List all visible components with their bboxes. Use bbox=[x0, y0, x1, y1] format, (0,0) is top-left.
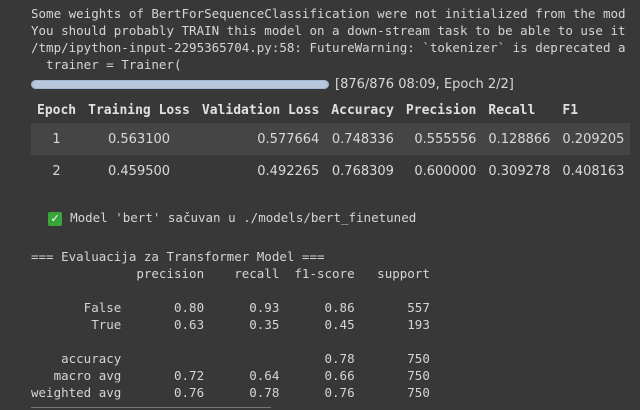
save-message-text: Model 'bert' sačuvan u ./models/bert_fin… bbox=[70, 210, 417, 225]
report-row-accuracy: accuracy 0.78 750 bbox=[31, 351, 430, 366]
cell-epoch: 1 bbox=[31, 123, 83, 155]
cell-f1: 0.209205 bbox=[556, 123, 631, 155]
cell-recall: 0.128866 bbox=[482, 123, 557, 155]
col-training-loss: Training Loss bbox=[88, 102, 190, 118]
cell-epoch: 2 bbox=[52, 163, 61, 179]
training-progress: [876/876 08:09, Epoch 2/2] bbox=[31, 76, 514, 93]
col-validation-loss: Validation Loss bbox=[201, 102, 320, 118]
check-icon: ✓ bbox=[48, 211, 63, 226]
cell-precision: 0.600000 bbox=[414, 163, 477, 179]
col-recall: Recall bbox=[488, 102, 536, 118]
progress-bar bbox=[31, 80, 329, 89]
report-row-false: False 0.80 0.93 0.86 557 bbox=[31, 300, 430, 315]
cell-accuracy: 0.748336 bbox=[325, 123, 400, 155]
col-epoch: Epoch bbox=[37, 102, 77, 118]
divider bbox=[31, 407, 271, 408]
table-row: 1 0.563100 0.577664 0.748336 0.555556 0.… bbox=[31, 123, 631, 155]
col-precision: Precision bbox=[405, 102, 477, 118]
progress-text: [876/876 08:09, Epoch 2/2] bbox=[335, 77, 514, 92]
progress-fill bbox=[32, 81, 328, 88]
table-row: 2 0.459500 0.492265 0.768309 0.600000 0.… bbox=[31, 155, 630, 187]
output-line-3: /tmp/ipython-input-2295365704.py:58: Fut… bbox=[31, 40, 626, 55]
report-row-true: True 0.63 0.35 0.45 193 bbox=[31, 317, 430, 332]
cell-recall: 0.309278 bbox=[488, 163, 551, 179]
training-metrics-table: Epoch Training Loss Validation Loss Accu… bbox=[31, 97, 631, 187]
cell-training-loss: 0.563100 bbox=[82, 123, 196, 155]
cell-f1: 0.408163 bbox=[562, 163, 625, 179]
table-header-row: Epoch Training Loss Validation Loss Accu… bbox=[31, 97, 630, 123]
output-line-2: You should probably TRAIN this model on … bbox=[31, 23, 626, 38]
cell-precision: 0.555556 bbox=[399, 123, 483, 155]
report-row-macro-avg: macro avg 0.72 0.64 0.66 750 bbox=[31, 368, 430, 383]
col-f1: F1 bbox=[562, 102, 579, 118]
report-row-weighted-avg: weighted avg 0.76 0.78 0.76 750 bbox=[31, 385, 430, 400]
output-line-4: trainer = Trainer( bbox=[31, 57, 182, 72]
save-message: ✓ Model 'bert' sačuvan u ./models/bert_fi… bbox=[33, 195, 416, 226]
col-accuracy: Accuracy bbox=[331, 102, 394, 118]
cell-validation-loss: 0.577664 bbox=[195, 123, 326, 155]
output-line-1: Some weights of BertForSequenceClassific… bbox=[31, 6, 626, 21]
cell-training-loss: 0.459500 bbox=[108, 163, 171, 179]
report-header: precision recall f1-score support bbox=[31, 266, 430, 281]
report-title: === Evaluacija za Transformer Model === bbox=[31, 249, 325, 264]
cell-accuracy: 0.768309 bbox=[331, 163, 394, 179]
cell-validation-loss: 0.492265 bbox=[257, 163, 320, 179]
